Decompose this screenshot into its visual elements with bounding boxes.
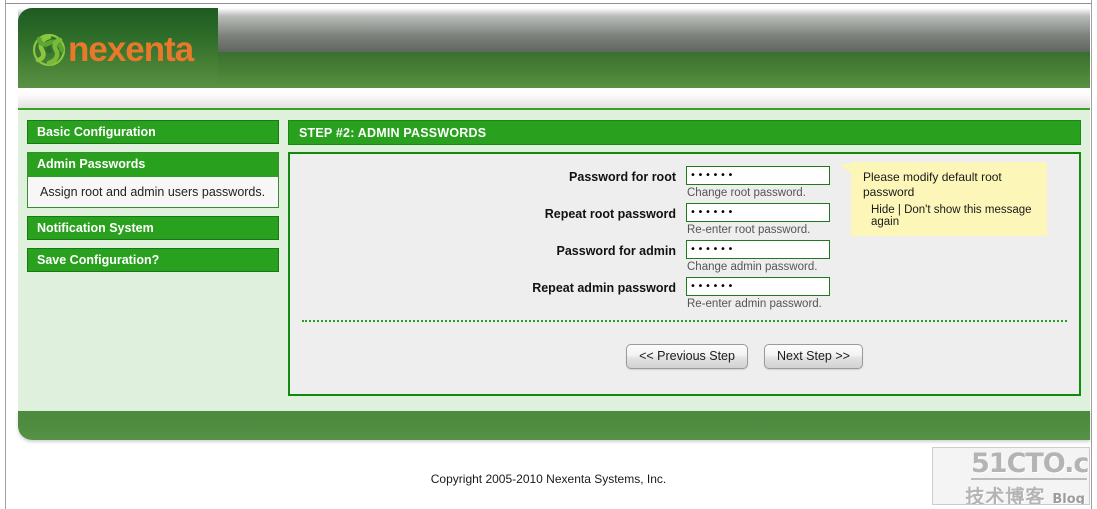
sidebar-item-label: Notification System [37, 221, 154, 235]
password-admin-hint: Change admin password. [687, 261, 818, 273]
password-admin-label: Password for admin [556, 244, 676, 258]
repeat-root-input[interactable]: •••••• [686, 203, 830, 222]
sidebar-item-save-configuration[interactable]: Save Configuration? [27, 248, 279, 272]
next-step-button[interactable]: Next Step >> [763, 344, 863, 369]
page-body: Basic Configuration Admin Passwords Assi… [18, 110, 1090, 411]
sidebar-item-label: Save Configuration? [37, 253, 160, 267]
password-root-hint: Change root password. [687, 187, 806, 199]
sidebar-item-label: Basic Configuration [37, 125, 156, 139]
wizard-button-row: << Previous Step Next Step >> [290, 344, 1079, 369]
watermark-site: 51CTO.com [971, 448, 1089, 480]
sidebar-item-admin-passwords[interactable]: Admin Passwords Assign root and admin us… [27, 152, 279, 208]
password-root-input[interactable]: •••••• [686, 166, 830, 185]
tooltip-arrow-icon [839, 164, 851, 182]
repeat-admin-field-wrap: •••••• Re-enter admin password. [686, 277, 830, 310]
tooltip-hide-link[interactable]: Hide [871, 204, 895, 216]
repeat-root-field-wrap: •••••• Re-enter root password. [686, 203, 830, 236]
footer-bar [18, 411, 1090, 440]
window-frame-right [1091, 0, 1097, 509]
nav-strip [18, 88, 1090, 110]
repeat-admin-hint: Re-enter admin password. [687, 298, 822, 310]
page-header: nexenta [18, 8, 1090, 88]
previous-step-button[interactable]: << Previous Step [626, 344, 748, 369]
form-row: Repeat admin password •••••• Re-enter ad… [290, 277, 1079, 310]
form-divider [302, 320, 1067, 322]
tooltip-separator: | [897, 204, 901, 216]
password-admin-input[interactable]: •••••• [686, 240, 830, 259]
sidebar: Basic Configuration Admin Passwords Assi… [27, 120, 279, 280]
sidebar-item-description: Assign root and admin users passwords. [28, 177, 278, 207]
window-frame-left [0, 0, 6, 509]
repeat-admin-label: Repeat admin password [532, 281, 676, 295]
password-root-label: Password for root [569, 170, 676, 184]
brand-name: nexenta [68, 30, 194, 69]
repeat-admin-input[interactable]: •••••• [686, 277, 830, 296]
tooltip-message: Please modify default root password [863, 170, 1002, 199]
page-title: STEP #2: ADMIN PASSWORDS [288, 120, 1081, 145]
window-frame-top [0, 0, 1097, 4]
root-password-tooltip: Please modify default root password Hide… [839, 162, 1047, 236]
main-panel: STEP #2: ADMIN PASSWORDS Password for ro… [288, 120, 1081, 396]
watermark-cn-text: 技术博客 [965, 486, 1046, 505]
sidebar-item-notification-system[interactable]: Notification System [27, 216, 279, 240]
tooltip-dismiss-link[interactable]: Don't show this message again [871, 204, 1032, 228]
repeat-root-label: Repeat root password [544, 207, 676, 221]
swirl-icon [32, 33, 66, 67]
sidebar-item-basic-configuration[interactable]: Basic Configuration [27, 120, 279, 144]
watermark-subtitle-row: 技术博客 Blog [933, 482, 1089, 505]
app-screenshot: nexenta Basic Configuration Admin Passwo… [0, 0, 1097, 509]
brand-logo[interactable]: nexenta [32, 28, 194, 72]
password-root-field-wrap: •••••• Change root password. [686, 166, 830, 199]
watermark-51cto: 51CTO.com 技术博客 Blog [932, 447, 1090, 505]
tooltip-actions: Hide | Don't show this message again [863, 204, 1037, 228]
repeat-root-hint: Re-enter root password. [687, 224, 811, 236]
watermark-blog-text: Blog [1052, 492, 1085, 505]
sidebar-item-label: Admin Passwords [28, 153, 278, 177]
form-panel: Password for root •••••• Change root pas… [288, 152, 1081, 396]
password-admin-field-wrap: •••••• Change admin password. [686, 240, 830, 273]
form-row: Password for admin •••••• Change admin p… [290, 240, 1079, 273]
